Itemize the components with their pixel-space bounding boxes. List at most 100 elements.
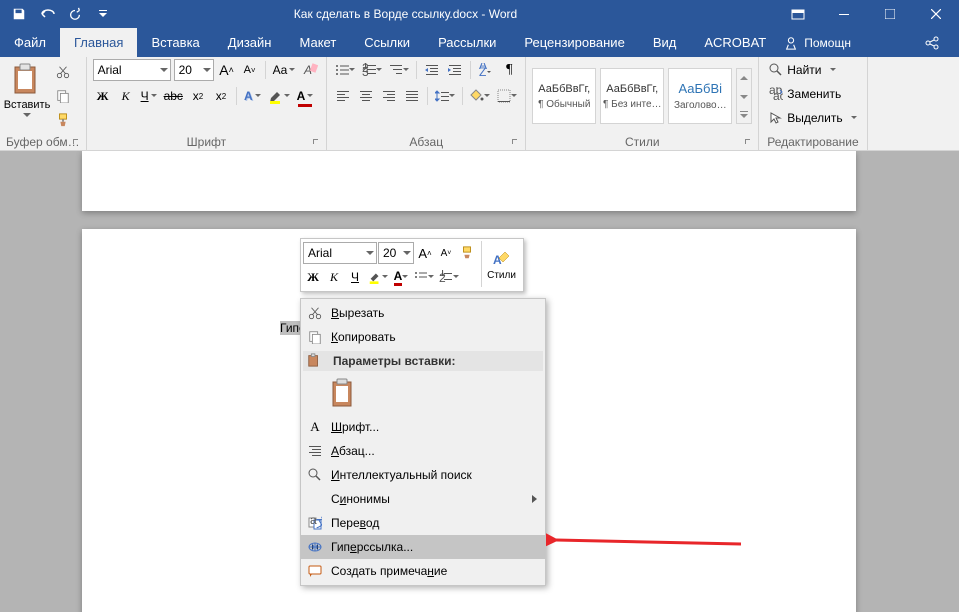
mini-bullets[interactable]	[412, 266, 436, 288]
group-editing-label: Редактирование	[767, 135, 858, 149]
paste-button[interactable]: Вставить	[6, 61, 48, 117]
page-previous[interactable]	[82, 151, 856, 211]
bold-button[interactable]: Ж	[93, 85, 113, 107]
mini-format-painter[interactable]	[457, 242, 477, 264]
grow-font-button[interactable]: A˄	[217, 59, 237, 81]
titlebar: Как сделать в Ворде ссылку.docx - Word	[0, 0, 959, 28]
mini-font-color[interactable]: A	[391, 266, 411, 288]
tell-me[interactable]: Помощн	[780, 28, 865, 57]
styles-dialog-launcher[interactable]	[744, 138, 754, 148]
group-styles: АаБбВвГг,¶ Обычный АаБбВвГг,¶ Без инте… …	[526, 57, 759, 150]
ctx-translate[interactable]: a文 Перевод	[301, 511, 545, 535]
select-button[interactable]: Выделить	[765, 107, 860, 129]
format-painter-button[interactable]	[52, 109, 74, 131]
share-button[interactable]	[905, 28, 959, 57]
styles-scroll-down[interactable]	[737, 87, 751, 105]
shrink-font-button[interactable]: A˅	[240, 59, 260, 81]
font-name-combo[interactable]: Arial	[93, 59, 171, 81]
mini-grow-font[interactable]: A˄	[415, 242, 435, 264]
ctx-paste-options-label: Параметры вставки:	[303, 351, 543, 371]
underline-button[interactable]: Ч	[139, 85, 159, 107]
mini-underline[interactable]: Ч	[345, 266, 365, 288]
tab-file[interactable]: Файл	[0, 28, 60, 57]
change-case-button[interactable]: Aa	[271, 59, 298, 81]
find-button[interactable]: Найти	[765, 59, 839, 81]
justify-button[interactable]	[402, 85, 422, 107]
clear-formatting-button[interactable]: A	[300, 59, 320, 81]
align-center-button[interactable]	[356, 85, 376, 107]
ctx-hyperlink[interactable]: Гиперссылка...	[301, 535, 545, 559]
styles-scroll-up[interactable]	[737, 69, 751, 87]
svg-text:文: 文	[316, 516, 322, 530]
tab-home[interactable]: Главная	[60, 28, 137, 57]
ribbon-options-button[interactable]	[775, 0, 821, 28]
style-no-spacing[interactable]: АаБбВвГг,¶ Без инте…	[600, 68, 664, 124]
mini-bold[interactable]: Ж	[303, 266, 323, 288]
highlight-button[interactable]	[266, 85, 292, 107]
mini-numbering[interactable]: 12	[437, 266, 461, 288]
copy-icon	[307, 329, 323, 345]
style-heading1[interactable]: АаБбВіЗаголово…	[668, 68, 732, 124]
subscript-button[interactable]: x2	[188, 85, 208, 107]
numbering-button[interactable]: 123	[360, 59, 384, 81]
ctx-cut[interactable]: Вырезать	[301, 301, 545, 325]
superscript-button[interactable]: x2	[211, 85, 231, 107]
sort-button[interactable]: AZ	[476, 59, 496, 81]
ctx-synonyms[interactable]: Синонимы	[301, 487, 545, 511]
line-spacing-button[interactable]	[433, 85, 457, 107]
tab-references[interactable]: Ссылки	[350, 28, 424, 57]
font-color-button[interactable]: A	[295, 85, 316, 107]
borders-button[interactable]	[495, 85, 519, 107]
ctx-new-comment[interactable]: Создать примечание	[301, 559, 545, 583]
show-marks-button[interactable]: ¶	[499, 59, 519, 81]
replace-button[interactable]: abacЗаменить	[765, 83, 845, 105]
tab-acrobat[interactable]: ACROBAT	[690, 28, 780, 57]
annotation-arrow	[546, 532, 746, 552]
tab-layout[interactable]: Макет	[285, 28, 350, 57]
ctx-smart-lookup[interactable]: Интеллектуальный поиск	[301, 463, 545, 487]
styles-expand[interactable]	[737, 105, 751, 123]
text-effects-button[interactable]: A	[242, 85, 263, 107]
maximize-button[interactable]	[867, 0, 913, 28]
mini-highlight[interactable]	[366, 266, 390, 288]
align-right-button[interactable]	[379, 85, 399, 107]
tab-design[interactable]: Дизайн	[214, 28, 286, 57]
italic-button[interactable]: К	[116, 85, 136, 107]
tab-mailings[interactable]: Рассылки	[424, 28, 510, 57]
minimize-button[interactable]	[821, 0, 867, 28]
tab-insert[interactable]: Вставка	[137, 28, 213, 57]
styles-gallery-scroll[interactable]	[736, 68, 752, 124]
tab-view[interactable]: Вид	[639, 28, 691, 57]
clipboard-dialog-launcher[interactable]	[72, 138, 82, 148]
tab-review[interactable]: Рецензирование	[510, 28, 638, 57]
multilevel-list-button[interactable]	[387, 59, 411, 81]
strikethrough-button[interactable]: abc	[162, 85, 185, 107]
translate-icon: a文	[307, 515, 323, 531]
mini-font-combo[interactable]: Arial	[303, 242, 377, 264]
close-button[interactable]	[913, 0, 959, 28]
mini-shrink-font[interactable]: A˅	[436, 242, 456, 264]
shading-button[interactable]	[468, 85, 492, 107]
ribbon-tabs: Файл Главная Вставка Дизайн Макет Ссылки…	[0, 28, 959, 57]
svg-text:3: 3	[362, 65, 369, 77]
font-size-combo[interactable]: 20	[174, 59, 214, 81]
decrease-indent-button[interactable]	[422, 59, 442, 81]
align-left-button[interactable]	[333, 85, 353, 107]
paragraph-dialog-launcher[interactable]	[511, 138, 521, 148]
group-paragraph: 123 AZ ¶ Абзац	[327, 57, 526, 150]
ctx-paragraph[interactable]: Абзац...	[301, 439, 545, 463]
font-dialog-launcher[interactable]	[312, 138, 322, 148]
copy-button[interactable]	[52, 85, 74, 107]
cut-button[interactable]	[52, 61, 74, 83]
undo-button[interactable]	[34, 0, 60, 28]
mini-italic[interactable]: К	[324, 266, 344, 288]
increase-indent-button[interactable]	[445, 59, 465, 81]
ctx-copy[interactable]: Копировать	[301, 325, 545, 349]
ctx-font[interactable]: A Шрифт...	[301, 415, 545, 439]
bullets-button[interactable]	[333, 59, 357, 81]
save-button[interactable]	[6, 0, 32, 28]
mini-styles[interactable]: A Стили	[481, 241, 521, 287]
style-normal[interactable]: АаБбВвГг,¶ Обычный	[532, 68, 596, 124]
mini-size-combo[interactable]: 20	[378, 242, 414, 264]
ctx-paste-keep-source[interactable]	[301, 373, 545, 415]
